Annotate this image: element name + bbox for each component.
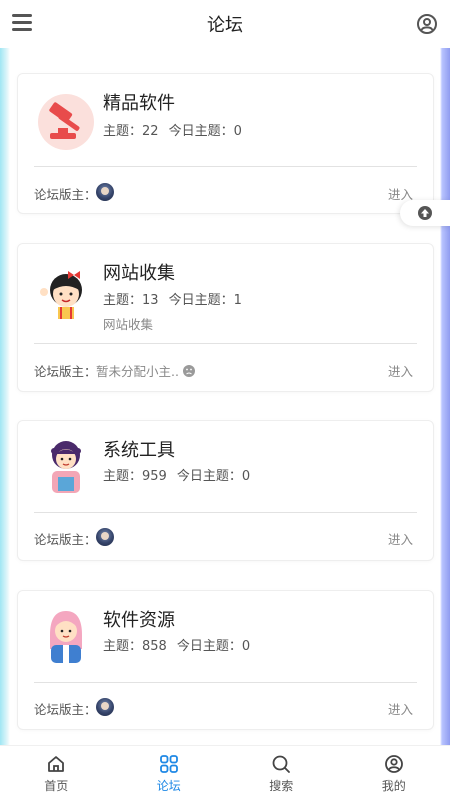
today-label: 今日主题： [168, 293, 234, 308]
forum-stats: 主题：858 今日主题：0 [103, 635, 250, 654]
topics-label: 主题： [103, 469, 143, 484]
scroll-top-button[interactable] [400, 200, 450, 226]
nav-search[interactable]: 搜索 [225, 746, 338, 800]
moderator-unassigned: 暂未分配小主.. [96, 361, 195, 380]
enter-link[interactable]: 进入 [388, 361, 413, 380]
page-title: 论坛 [207, 15, 243, 36]
moderator-unassigned-text: 暂未分配小主.. [96, 364, 179, 379]
forum-name: 网站收集 [103, 263, 175, 284]
today-count: 0 [241, 469, 251, 484]
forum-name: 系统工具 [103, 440, 175, 461]
topics-label: 主题： [103, 124, 143, 139]
today-label: 今日主题： [176, 469, 242, 484]
topics-count: 13 [142, 293, 159, 308]
topics-count: 959 [142, 469, 167, 484]
moderator-avatar[interactable] [96, 183, 114, 201]
topics-count: 22 [142, 124, 159, 139]
divider [34, 343, 417, 344]
home-icon [48, 756, 65, 772]
forum-name: 精品软件 [103, 93, 175, 114]
moderator-label: 论坛版主： [34, 187, 97, 202]
forum-stats: 主题：22 今日主题：0 [103, 120, 242, 139]
divider [34, 166, 417, 167]
forum-card[interactable]: 网站收集 主题：13 今日主题：1 网站收集 论坛版主： 暂未分配小主.. 进入 [17, 243, 434, 392]
gavel-icon [38, 94, 94, 150]
today-label: 今日主题： [168, 124, 234, 139]
divider [34, 512, 417, 513]
forum-description: 网站收集 [103, 317, 154, 332]
woman-overalls-icon [51, 441, 81, 493]
app-header: 论坛 [0, 0, 450, 48]
menu-icon[interactable] [12, 14, 32, 32]
forum-stats: 主题：959 今日主题：0 [103, 465, 250, 484]
grid-icon [159, 755, 178, 773]
divider [34, 682, 417, 683]
topics-label: 主题： [103, 293, 143, 308]
forum-card[interactable]: 精品软件 主题：22 今日主题：0 论坛版主： 进入 [17, 73, 434, 214]
forum-name: 软件资源 [103, 610, 175, 631]
search-icon [272, 755, 291, 773]
forum-stats: 主题：13 今日主题：1 [103, 289, 242, 308]
moderator-label: 论坛版主： [34, 532, 97, 547]
topics-count: 858 [142, 639, 167, 654]
user-circle-icon[interactable] [416, 13, 438, 35]
pink-hair-woman-icon [50, 611, 82, 663]
moderator-avatar[interactable] [96, 698, 114, 716]
user-circle-icon [384, 755, 403, 773]
arrow-up-circle-icon [418, 206, 432, 220]
today-label: 今日主题： [176, 639, 242, 654]
nav-home-label: 首页 [44, 779, 69, 793]
forum-card[interactable]: 系统工具 主题：959 今日主题：0 论坛版主： 进入 [17, 420, 434, 561]
bottom-nav: 首页 论坛 搜索 我的 [0, 745, 450, 800]
forum-card[interactable]: 软件资源 主题：858 今日主题：0 论坛版主： 进入 [17, 590, 434, 730]
moderator-avatar[interactable] [96, 528, 114, 546]
enter-link[interactable]: 进入 [388, 699, 413, 718]
nav-forum-label: 论坛 [156, 779, 181, 793]
topics-label: 主题： [103, 639, 143, 654]
today-count: 0 [241, 639, 251, 654]
sad-face-icon [182, 365, 195, 377]
nav-forum[interactable]: 论坛 [113, 746, 226, 800]
nav-home[interactable]: 首页 [0, 746, 113, 800]
nav-search-label: 搜索 [269, 779, 294, 793]
girl-cartoon-icon [40, 271, 82, 319]
moderator-label: 论坛版主： [34, 364, 97, 379]
nav-profile-label: 我的 [381, 779, 406, 793]
today-count: 0 [233, 124, 242, 139]
moderator-label: 论坛版主： [34, 702, 97, 717]
nav-profile[interactable]: 我的 [338, 746, 450, 800]
today-count: 1 [233, 293, 242, 308]
enter-link[interactable]: 进入 [388, 529, 413, 548]
